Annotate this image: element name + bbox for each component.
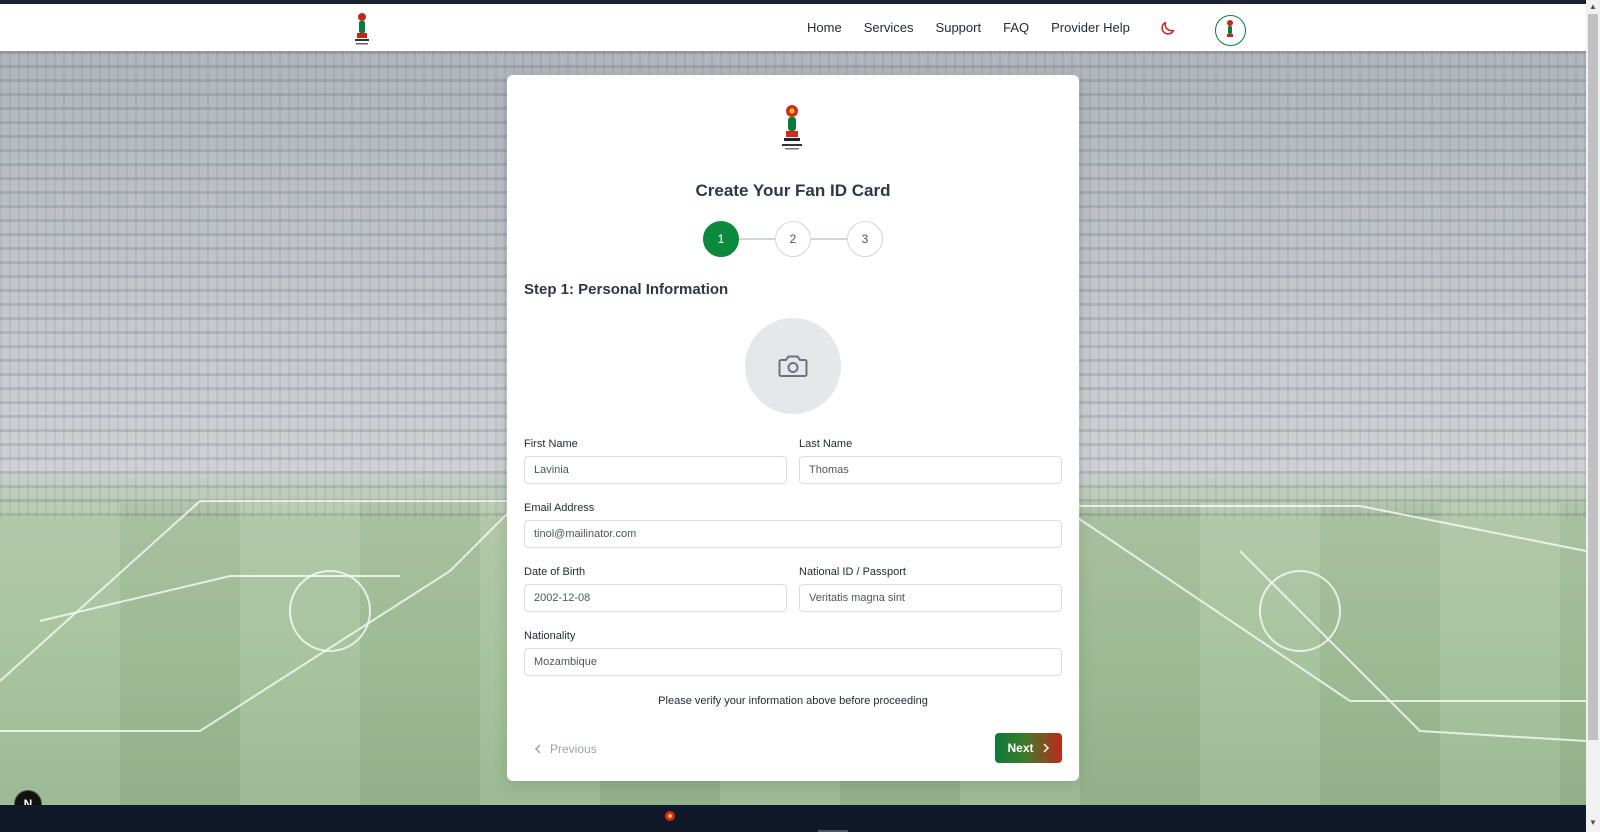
nav-link-home[interactable]: Home bbox=[807, 20, 842, 35]
site-logo-icon[interactable] bbox=[350, 12, 374, 46]
first-name-label: First Name bbox=[524, 438, 578, 450]
national-id-input[interactable]: Veritatis magna sint bbox=[799, 584, 1062, 612]
nationality-label: Nationality bbox=[524, 630, 576, 642]
step-connector bbox=[739, 238, 775, 240]
nav-link-support[interactable]: Support bbox=[936, 20, 982, 35]
scroll-down-icon[interactable]: ▼ bbox=[1589, 818, 1597, 827]
profile-button[interactable] bbox=[1215, 15, 1246, 46]
page-scrollbar[interactable]: ▲ ▼ bbox=[1586, 0, 1600, 832]
nav-link-provider-help[interactable]: Provider Help bbox=[1051, 20, 1130, 35]
previous-button[interactable]: Previous bbox=[534, 735, 597, 763]
email-label: Email Address bbox=[524, 502, 595, 514]
moon-icon[interactable] bbox=[1160, 20, 1176, 36]
last-name-group: Last Name Thomas bbox=[799, 438, 1062, 484]
national-id-label: National ID / Passport bbox=[799, 566, 906, 578]
dob-label: Date of Birth bbox=[524, 566, 586, 578]
last-name-input[interactable]: Thomas bbox=[799, 456, 1062, 484]
dob-group: Date of Birth 2002-12-08 bbox=[524, 566, 787, 612]
last-name-label: Last Name bbox=[799, 438, 853, 450]
dob-input[interactable]: 2002-12-08 bbox=[524, 584, 787, 612]
fan-id-form-card: Create Your Fan ID Card 1 2 3 Step 1: Pe… bbox=[507, 75, 1079, 781]
email-group: Email Address tinol@mailinator.com bbox=[524, 502, 1062, 548]
step-2-indicator: 2 bbox=[775, 221, 811, 257]
email-input[interactable]: tinol@mailinator.com bbox=[524, 520, 1062, 548]
step-progress: 1 2 3 bbox=[703, 221, 883, 257]
main-nav: Home Services Support FAQ Provider Help bbox=[807, 20, 1152, 35]
scroll-up-icon[interactable]: ▲ bbox=[1589, 2, 1597, 11]
national-id-group: National ID / Passport Veritatis magna s… bbox=[799, 566, 1062, 612]
next-button-label: Next bbox=[1007, 741, 1034, 755]
step-1-indicator: 1 bbox=[703, 221, 739, 257]
nationality-select[interactable]: Mozambique bbox=[524, 648, 1062, 676]
scroll-thumb[interactable] bbox=[1588, 14, 1598, 740]
camera-icon bbox=[778, 355, 808, 377]
verify-note: Please verify your information above bef… bbox=[658, 695, 928, 707]
footer-logo-icon bbox=[664, 809, 676, 821]
next-button[interactable]: Next bbox=[995, 733, 1062, 763]
top-navbar: Home Services Support FAQ Provider Help bbox=[0, 4, 1586, 51]
site-footer bbox=[0, 805, 1586, 832]
chevron-right-icon bbox=[1042, 743, 1049, 753]
section-title: Step 1: Personal Information bbox=[524, 281, 729, 298]
chevron-left-icon bbox=[534, 744, 541, 754]
nav-link-faq[interactable]: FAQ bbox=[1003, 20, 1029, 35]
event-logo-icon bbox=[772, 103, 812, 155]
step-3-indicator: 3 bbox=[847, 221, 883, 257]
first-name-input[interactable]: Lavinia bbox=[524, 456, 787, 484]
nationality-group: Nationality Mozambique bbox=[524, 630, 1062, 676]
nav-link-services[interactable]: Services bbox=[864, 20, 914, 35]
trophy-logo-icon bbox=[1227, 20, 1233, 37]
page-title: Create Your Fan ID Card bbox=[695, 181, 891, 200]
first-name-group: First Name Lavinia bbox=[524, 438, 787, 484]
photo-upload[interactable] bbox=[745, 318, 841, 414]
previous-button-label: Previous bbox=[550, 742, 597, 756]
step-connector bbox=[811, 238, 847, 240]
